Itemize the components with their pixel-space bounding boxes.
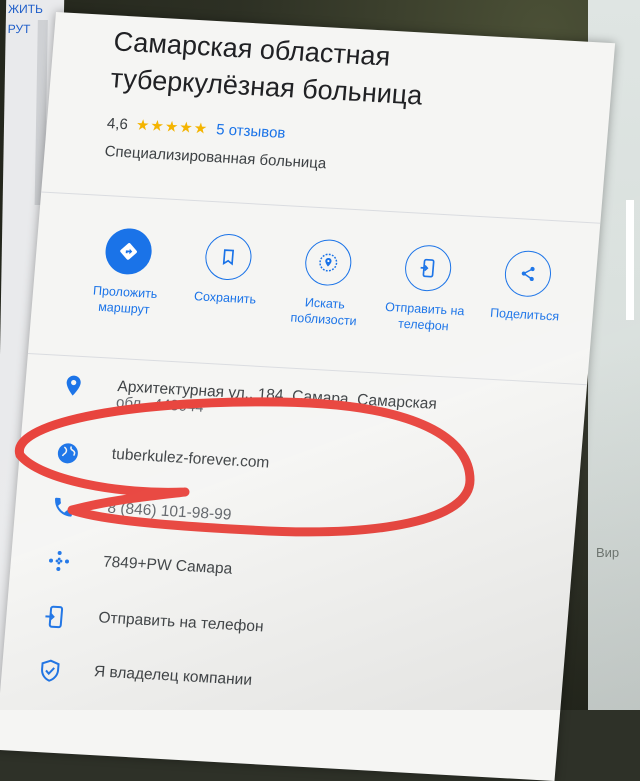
place-panel: Самарская областная туберкулёзная больни… — [0, 12, 616, 781]
globe-icon — [57, 443, 78, 464]
shield-check-icon — [41, 659, 60, 682]
action-label: Искать поблизости — [290, 295, 358, 329]
send-to-phone-button[interactable]: Отправить на телефон — [375, 243, 478, 336]
location-pin-icon — [66, 375, 81, 396]
map-road — [626, 200, 634, 320]
share-button[interactable]: Поделиться — [476, 248, 578, 325]
search-nearby-button[interactable]: Искать поблизости — [275, 237, 378, 330]
send-to-phone-icon — [420, 258, 435, 278]
action-label: Сохранить — [193, 289, 257, 307]
send-to-phone-text: Отправить на телефон — [97, 609, 265, 636]
place-header: Самарская областная туберкулёзная больни… — [41, 12, 615, 223]
claim-business-text: Я владелец компании — [93, 663, 253, 689]
left-link-text-2[interactable]: РУТ — [8, 22, 31, 36]
phone-number[interactable]: 8 (846) 101-98-99 — [107, 498, 233, 526]
action-label: Поделиться — [489, 305, 560, 324]
reviews-link[interactable]: 5 отзывов — [216, 121, 286, 142]
phone-row[interactable]: 8 (846) 101-98-99 — [16, 493, 575, 524]
place-category[interactable]: Специализированная больница — [104, 143, 327, 172]
bookmark-icon — [222, 249, 235, 266]
share-icon — [521, 266, 535, 282]
action-label: Отправить на телефон — [384, 299, 465, 334]
nearby-icon — [319, 253, 338, 272]
plus-code-icon — [49, 551, 69, 571]
send-to-phone-row[interactable]: Отправить на телефон — [7, 602, 566, 636]
action-bar: Проложить маршрут Сохранить Искать побли… — [73, 226, 582, 374]
address-postal: обл., 443044 — [115, 393, 205, 416]
plus-code-text: 7849+PW Самара — [102, 553, 233, 578]
claim-business-row[interactable]: Я владелец компании — [3, 656, 562, 689]
phone-icon — [55, 497, 73, 517]
rating-value: 4,6 — [106, 115, 129, 134]
stars-icon: ★★★★★ — [135, 116, 209, 138]
directions-icon — [120, 243, 137, 260]
rating-row: 4,6 ★★★★★ 5 отзывов — [106, 114, 286, 142]
place-title: Самарская областная туберкулёзная больни… — [109, 26, 424, 111]
website-link[interactable]: tuberkulez-forever.com — [111, 444, 270, 474]
left-link-text[interactable]: ЖИТЬ — [8, 2, 43, 16]
directions-button[interactable]: Проложить маршрут — [75, 226, 178, 319]
address-row[interactable]: Архитектурная ул., 184, Самара, Самарска… — [26, 371, 585, 416]
map-label: Вир — [596, 545, 620, 560]
action-label: Проложить маршрут — [92, 283, 158, 317]
send-to-phone-icon — [45, 605, 64, 629]
plus-code-row[interactable]: 7849+PW Самара — [12, 546, 571, 578]
save-button[interactable]: Сохранить — [176, 231, 278, 308]
website-row[interactable]: tuberkulez-forever.com — [21, 439, 580, 472]
